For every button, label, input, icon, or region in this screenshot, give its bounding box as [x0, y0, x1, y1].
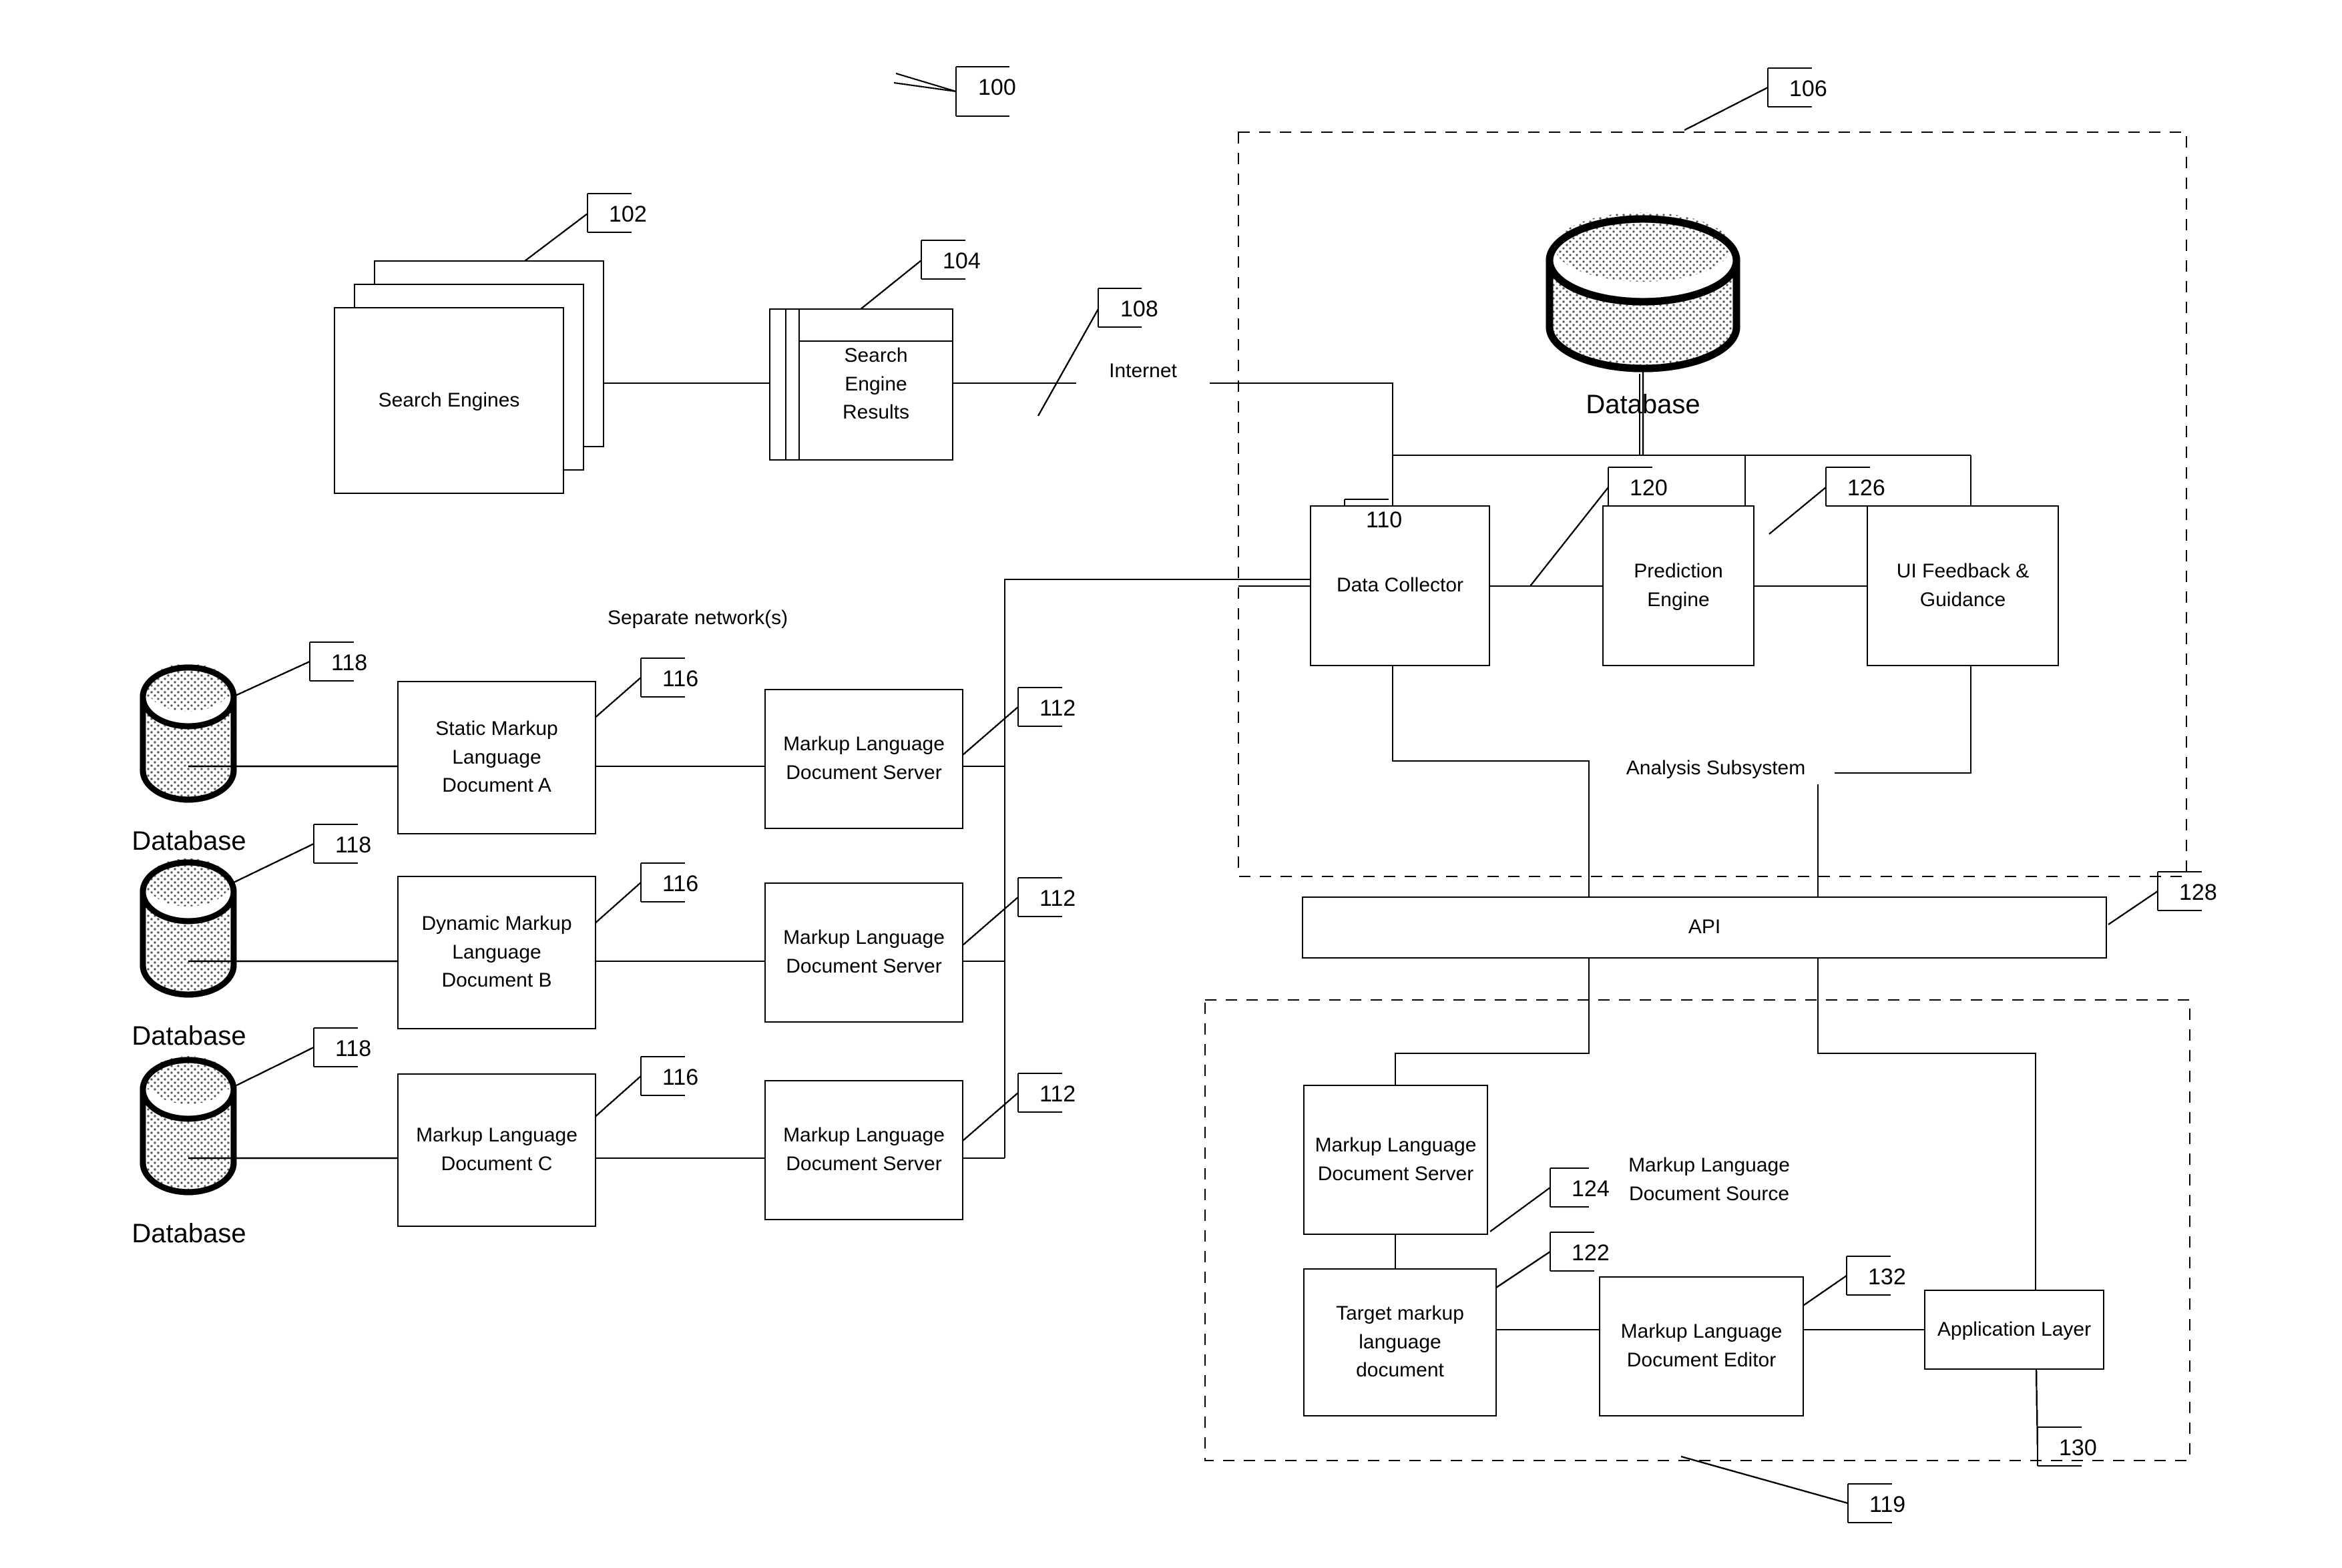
target-markup-document-label: Target markup language document: [1336, 1302, 1464, 1382]
markup-document-server-bottom-label: Markup Language Document Server: [1315, 1133, 1477, 1185]
dynamic-markup-document-b-node[interactable]: Dynamic Markup Language Document B: [397, 876, 596, 1029]
static-markup-document-a-node[interactable]: Static Markup Language Document A: [397, 681, 596, 834]
ref-numeral-108: 108: [1120, 296, 1158, 322]
ref-numeral-132: 132: [1868, 1264, 1906, 1290]
api-label: API: [1688, 916, 1721, 939]
ref-numeral-112-c: 112: [1039, 1081, 1076, 1107]
separate-networks-label: Separate network(s): [571, 604, 825, 633]
ref-numeral-118-a: 118: [331, 650, 368, 676]
ref-numeral-128: 128: [2179, 880, 2217, 905]
ui-feedback-guidance-node[interactable]: UI Feedback & Guidance: [1867, 505, 2059, 666]
dynamic-markup-document-b-label: Dynamic Markup Language Document B: [421, 912, 572, 992]
ref-numeral-104: 104: [943, 248, 981, 274]
markup-document-editor-label: Markup Language Document Editor: [1620, 1320, 1783, 1371]
ref-numeral-126: 126: [1847, 475, 1885, 501]
internet-label: Internet: [1076, 357, 1210, 386]
markup-document-server-b-label: Markup Language Document Server: [783, 927, 945, 977]
top-database-cylinder: [1546, 212, 1740, 372]
ref-numeral-122: 122: [1572, 1240, 1610, 1266]
prediction-engine-label: Prediction Engine: [1634, 559, 1723, 611]
database-b-label: Database: [132, 1021, 246, 1051]
ref-numeral-116-a: 116: [662, 666, 699, 692]
wire-internet-to-data-collector: [953, 382, 1394, 505]
ref-numeral-106: 106: [1789, 76, 1827, 101]
markup-document-source-label: Markup Language Document Source: [1589, 1151, 1829, 1209]
ref-numeral-112-a: 112: [1039, 696, 1076, 721]
ref-numeral-118-b: 118: [335, 832, 372, 858]
analysis-subsystem-label: Analysis Subsystem: [1597, 753, 1835, 784]
ref-numeral-119: 119: [1869, 1492, 1906, 1517]
wire-data-collector-to-api: [1391, 666, 1590, 896]
ref-numeral-130: 130: [2059, 1435, 2097, 1461]
database-a-label: Database: [132, 826, 246, 856]
search-engine-results-label: Search Engine Results: [842, 344, 910, 424]
static-markup-document-a-label: Static Markup Language Document A: [435, 718, 558, 797]
ref-numeral-116-b: 116: [662, 871, 699, 896]
markup-document-server-a-label: Markup Language Document Server: [783, 733, 945, 784]
application-layer-label: Application Layer: [1937, 1318, 2092, 1340]
wire-api-to-application-layer: [1817, 959, 2037, 1290]
ref-numeral-124: 124: [1572, 1176, 1610, 1202]
ref-numeral-118-c: 118: [335, 1036, 372, 1061]
ref-numeral-120: 120: [1630, 475, 1668, 501]
markup-document-server-a-node[interactable]: Markup Language Document Server: [764, 689, 963, 829]
application-layer-node[interactable]: Application Layer: [1924, 1290, 2104, 1370]
ref-numeral-100: 100: [978, 75, 1016, 100]
markup-document-server-b-node[interactable]: Markup Language Document Server: [764, 882, 963, 1023]
ref-numeral-102: 102: [609, 202, 647, 227]
api-node[interactable]: API: [1302, 896, 2107, 959]
wire-api-to-mld-server: [1394, 959, 1590, 1085]
database-cylinder-a: [140, 664, 237, 803]
target-markup-document-node[interactable]: Target markup language document: [1303, 1268, 1497, 1416]
database-cylinder-b: [140, 858, 237, 998]
prediction-engine-node[interactable]: Prediction Engine: [1602, 505, 1754, 666]
markup-document-server-c-label: Markup Language Document Server: [783, 1124, 945, 1175]
search-engine-results-header-rule: [798, 308, 953, 342]
ref-leader-line-100: [895, 72, 957, 93]
bus-separate-networks-to-data-collector: [1003, 578, 1310, 1158]
markup-document-c-label: Markup Language Document C: [416, 1124, 577, 1175]
top-database-label: Database: [1586, 390, 1700, 419]
data-collector-label: Data Collector: [1336, 574, 1464, 597]
ref-numeral-116-c: 116: [662, 1065, 699, 1090]
ref-numeral-110: 110: [1366, 507, 1403, 533]
markup-document-server-c-node[interactable]: Markup Language Document Server: [764, 1080, 963, 1220]
figure-canvas: Search Engines Search Engine Results Int…: [0, 0, 2342, 1568]
ref-leader-119: [1680, 1455, 1892, 1524]
markup-document-c-node[interactable]: Markup Language Document C: [397, 1073, 596, 1227]
database-c-label: Database: [132, 1219, 246, 1248]
markup-document-editor-node[interactable]: Markup Language Document Editor: [1599, 1276, 1804, 1416]
ui-feedback-guidance-label: UI Feedback & Guidance: [1896, 559, 2030, 611]
search-engines-label: Search Engines: [378, 388, 520, 411]
markup-document-server-bottom-node[interactable]: Markup Language Document Server: [1303, 1085, 1488, 1235]
database-cylinder-c: [140, 1056, 237, 1196]
ref-numeral-112-b: 112: [1039, 886, 1076, 911]
wire-ui-feedback-to-api: [1817, 666, 1972, 896]
search-engines-node[interactable]: Search Engines: [334, 307, 564, 494]
